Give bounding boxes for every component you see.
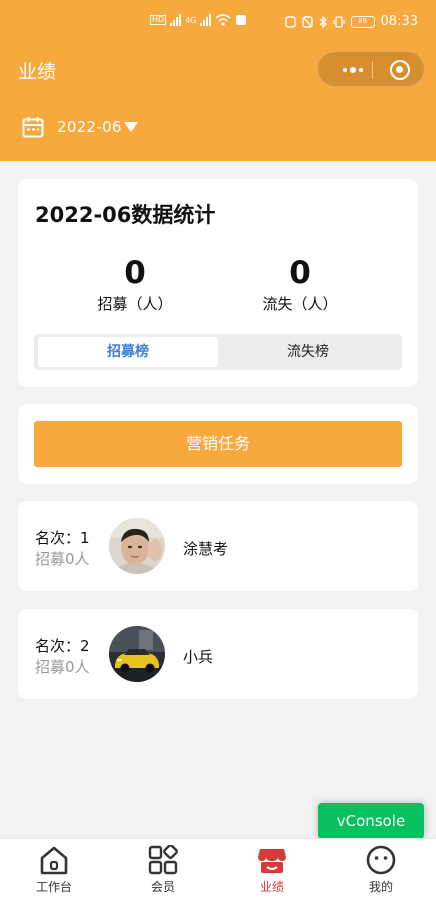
list-item[interactable]: 名次：1 招募0人 涂慧考 [18,501,418,591]
more-icon[interactable] [334,52,372,88]
page-title: 业绩 [18,61,57,83]
app-status-icon [236,15,247,25]
loss-label: 流失（人） [262,295,338,313]
member-name: 涂慧考 [183,540,229,558]
grid-icon [148,845,178,875]
list-item[interactable]: 名次：2 招募0人 小兵 [18,609,418,699]
mute-icon [301,15,313,28]
status-left: HD 4G [150,14,247,26]
tab-mine[interactable]: 我的 [341,845,421,895]
month-picker[interactable]: 2022-06 [22,116,138,138]
mini-program-capsule[interactable] [317,51,425,87]
wifi-icon [215,14,232,26]
vibrate-icon [332,15,345,28]
capsule-divider [372,61,373,79]
nfc-icon [284,15,296,28]
tab-label: 工作台 [35,880,72,894]
network-type-label: HD [150,15,167,25]
loss-stat: 0 流失（人） [225,255,375,314]
avatar [109,626,165,682]
signal-2-icon [200,14,212,26]
month-label: 2022-06 [57,118,122,136]
tab-workbench[interactable]: 工作台 [14,845,94,895]
stats-title: 2022-06数据统计 [35,203,216,227]
stats-card: 2022-06数据统计 0 招募（人） 0 流失（人） 招募榜 流失榜 [18,179,418,387]
header: HD 4G 89 08:33 业绩 2022-06 [0,0,436,161]
tab-recruit-ranking[interactable]: 招募榜 [38,337,218,367]
house-icon [40,846,68,875]
calendar-icon [22,117,44,138]
battery-icon: 89 [350,15,375,28]
tab-loss-ranking[interactable]: 流失榜 [218,337,398,367]
marketing-task-button[interactable]: 营销任务 [34,421,402,467]
tab-label: 会员 [150,880,175,894]
recruit-count: 0 [124,255,146,291]
bluetooth-icon [319,15,327,28]
caret-down-icon [123,122,138,132]
rank-summary: 招募0人 [35,550,90,568]
signal-icon [170,14,182,26]
network-gen-label: 4G [185,15,197,25]
clock: 08:33 [380,14,418,29]
rank-number: 名次：1 [35,529,90,547]
tab-performance[interactable]: 业绩 [232,845,312,895]
vconsole-button[interactable]: vConsole [318,803,424,839]
status-bar: HD 4G 89 08:33 [0,10,436,38]
shop-icon [258,849,286,873]
rank-number: 名次：2 [35,637,90,655]
status-right: 89 08:33 [284,14,418,29]
smiley-icon [366,845,396,875]
tab-members[interactable]: 会员 [123,845,203,895]
rank-summary: 招募0人 [35,658,90,676]
recruit-stat: 0 招募（人） [60,255,210,314]
recruit-label: 招募（人） [97,295,173,313]
tab-label: 业绩 [259,880,284,894]
tab-label: 我的 [368,880,393,894]
bottom-tab-bar: 工作台 会员 业绩 我的 [0,838,436,900]
task-card: 营销任务 [18,404,418,484]
avatar [109,518,165,574]
member-name: 小兵 [183,648,214,666]
loss-count: 0 [289,255,311,291]
close-mini-program-icon[interactable] [390,60,410,80]
ranking-tabs: 招募榜 流失榜 [34,334,402,370]
